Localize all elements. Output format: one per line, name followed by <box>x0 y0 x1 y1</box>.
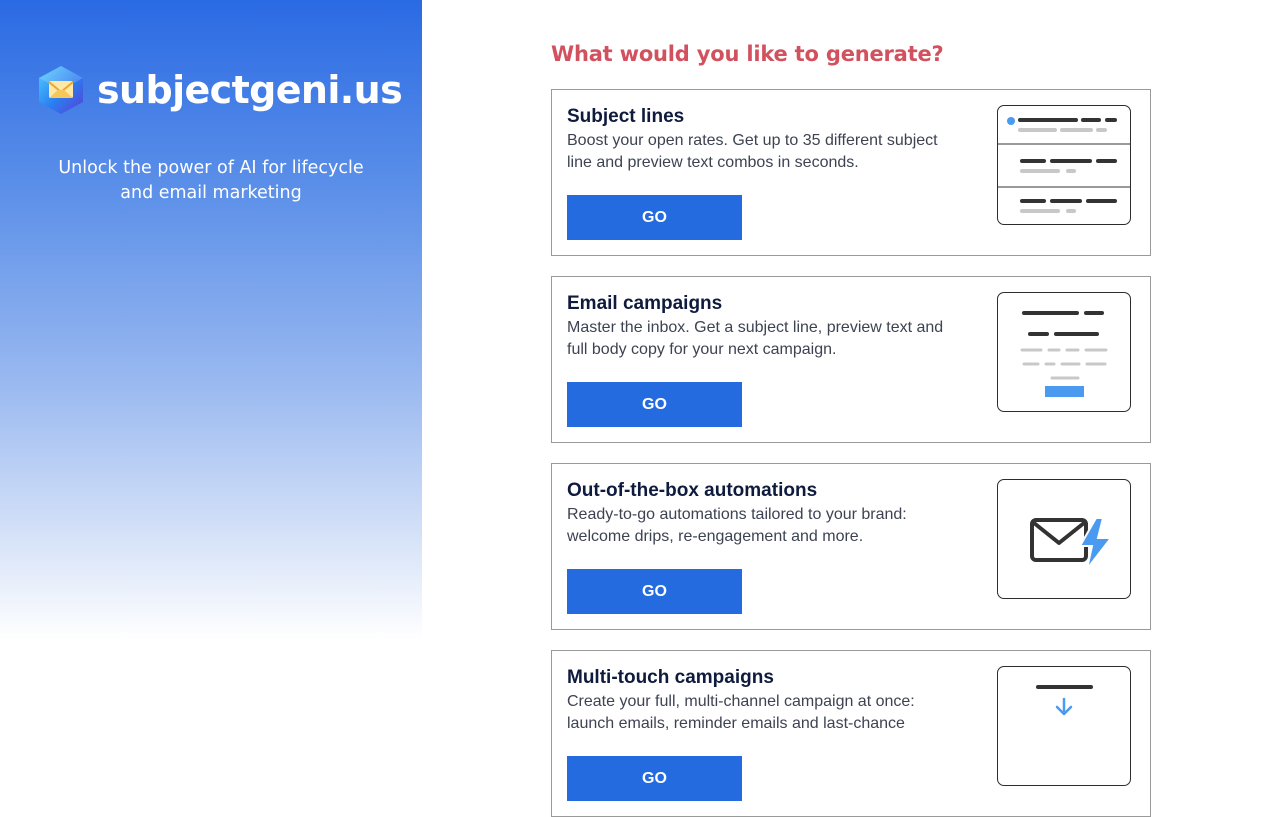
envelope-lightning-icon <box>997 479 1131 599</box>
card-description: Boost your open rates. Get up to 35 diff… <box>567 132 938 171</box>
go-button-multi-touch[interactable]: GO <box>567 756 742 801</box>
envelope-cube-icon <box>39 66 83 114</box>
go-button-subject-lines[interactable]: GO <box>567 195 742 240</box>
subject-lines-list-icon <box>997 105 1131 225</box>
brand-panel: subjectgeni.us Unlock the power of AI fo… <box>0 0 422 640</box>
brand-name: subjectgeni.us <box>97 68 403 112</box>
go-button-automations[interactable]: GO <box>567 569 742 614</box>
card-description: Master the inbox. Get a subject line, pr… <box>567 319 944 358</box>
card-multi-touch: Multi-touch campaigns Create your full, … <box>551 650 1151 817</box>
card-description: Create your full, multi-channel campaign… <box>567 693 915 732</box>
sequence-arrow-icon <box>997 666 1131 786</box>
page-heading: What would you like to generate? <box>551 42 944 66</box>
go-button-email-campaigns[interactable]: GO <box>567 382 742 427</box>
card-title: Out-of-the-box automations <box>567 480 818 501</box>
email-document-icon <box>997 292 1131 412</box>
brand-lockup[interactable]: subjectgeni.us <box>37 65 403 115</box>
card-automations: Out-of-the-box automations Ready-to-go a… <box>551 463 1151 630</box>
card-title: Email campaigns <box>567 293 723 314</box>
card-description: Ready-to-go automations tailored to your… <box>567 506 907 545</box>
card-email-campaigns: Email campaigns Master the inbox. Get a … <box>551 276 1151 443</box>
card-subject-lines: Subject lines Boost your open rates. Get… <box>551 89 1151 256</box>
card-title: Subject lines <box>567 106 685 127</box>
brand-tagline: Unlock the power of AI for lifecycle and… <box>58 157 364 203</box>
card-title: Multi-touch campaigns <box>567 667 774 688</box>
